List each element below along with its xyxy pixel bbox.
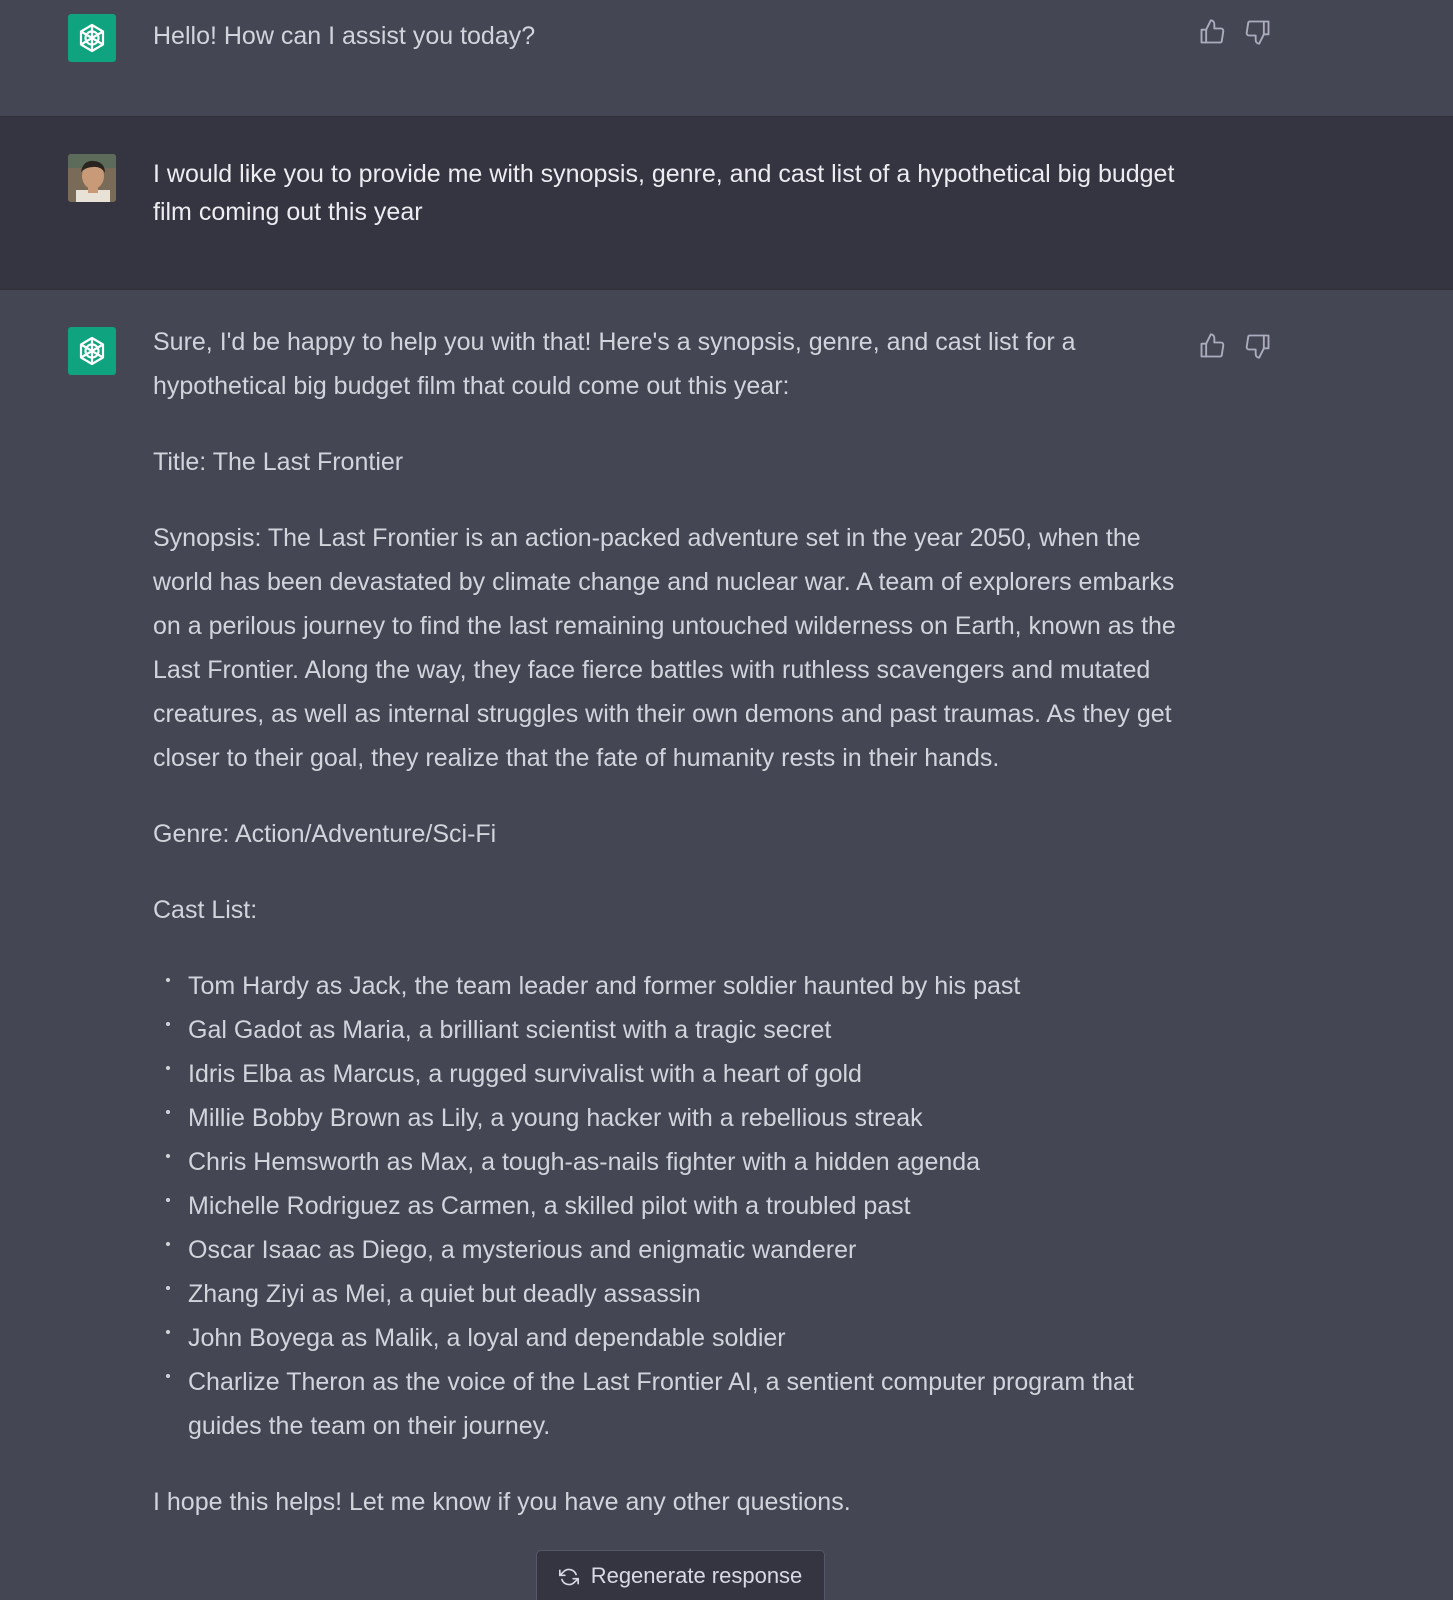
regenerate-label: Regenerate response	[590, 1563, 803, 1588]
feedback-controls	[1198, 18, 1272, 46]
assistant-avatar	[68, 327, 116, 375]
thumbs-down-icon[interactable]	[1244, 18, 1272, 46]
film-synopsis: Synopsis: The Last Frontier is an action…	[153, 524, 1176, 772]
cast-list-item: Idris Elba as Marcus, a rugged survivali…	[153, 1052, 1183, 1096]
cast-list-item: Michelle Rodriguez as Carmen, a skilled …	[153, 1184, 1183, 1228]
assistant-avatar	[68, 14, 116, 62]
user-message-text: I would like you to provide me with syno…	[153, 155, 1183, 231]
assistant-answer-text: Sure, I'd be happy to help you with that…	[153, 320, 1183, 1556]
user-avatar	[68, 154, 116, 202]
thumbs-up-icon[interactable]	[1198, 332, 1226, 360]
user-portrait-icon	[68, 154, 116, 202]
cast-list-item: Tom Hardy as Jack, the team leader and f…	[153, 964, 1183, 1008]
thumbs-up-icon[interactable]	[1198, 18, 1226, 46]
cast-list: Tom Hardy as Jack, the team leader and f…	[153, 964, 1183, 1448]
film-title-line: Title: The Last Frontier	[153, 448, 404, 476]
user-prompt-text: I would like you to provide me with syno…	[153, 160, 1175, 226]
cast-list-item: Zhang Ziyi as Mei, a quiet but deadly as…	[153, 1272, 1183, 1316]
cast-list-item: Gal Gadot as Maria, a brilliant scientis…	[153, 1008, 1183, 1052]
regenerate-response-button[interactable]: Regenerate response	[536, 1550, 825, 1600]
greeting-text: Hello! How can I assist you today?	[153, 22, 536, 50]
cast-heading: Cast List:	[153, 896, 258, 924]
answer-intro: Sure, I'd be happy to help you with that…	[153, 328, 1076, 400]
chat-transcript: Hello! How can I assist you today? I wou…	[0, 0, 1453, 1600]
cast-list-item: Oscar Isaac as Diego, a mysterious and e…	[153, 1228, 1183, 1272]
user-message: I would like you to provide me with syno…	[0, 116, 1453, 290]
answer-closing: I hope this helps! Let me know if you ha…	[153, 1488, 851, 1516]
thumbs-down-icon[interactable]	[1244, 332, 1272, 360]
feedback-controls	[1198, 332, 1272, 360]
assistant-message-answer: Sure, I'd be happy to help you with that…	[0, 290, 1453, 1600]
cast-list-item: Chris Hemsworth as Max, a tough-as-nails…	[153, 1140, 1183, 1184]
assistant-message-text: Hello! How can I assist you today?	[153, 14, 1183, 58]
openai-logo-icon	[79, 23, 105, 53]
cast-list-item: John Boyega as Malik, a loyal and depend…	[153, 1316, 1183, 1360]
openai-logo-icon	[79, 336, 105, 366]
cast-list-item: Charlize Theron as the voice of the Last…	[153, 1360, 1183, 1448]
cast-list-item: Millie Bobby Brown as Lily, a young hack…	[153, 1096, 1183, 1140]
assistant-message-greeting: Hello! How can I assist you today?	[0, 0, 1453, 116]
film-genre-line: Genre: Action/Adventure/Sci-Fi	[153, 820, 497, 848]
refresh-icon	[558, 1568, 579, 1586]
